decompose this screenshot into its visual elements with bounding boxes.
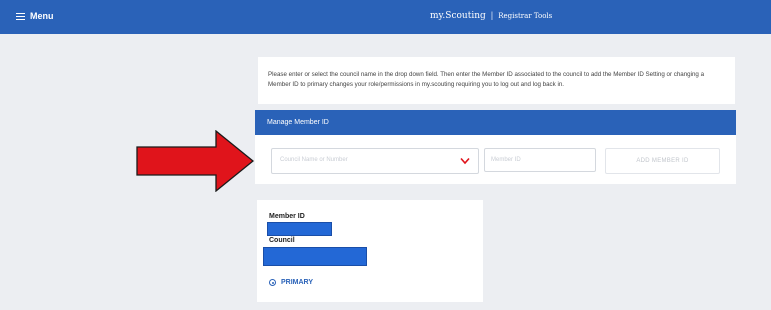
panel-title: Manage Member ID bbox=[267, 119, 329, 126]
brand-title: my.Scouting | Registrar Tools bbox=[430, 11, 552, 21]
primary-radio[interactable]: PRIMARY bbox=[269, 279, 313, 286]
council-select[interactable]: Council Name or Number bbox=[271, 148, 479, 174]
red-arrow-annotation bbox=[136, 130, 254, 192]
instructions-text: Please enter or select the council name … bbox=[268, 71, 705, 88]
chevron-down-icon bbox=[460, 157, 470, 165]
council-redaction bbox=[263, 247, 367, 266]
manage-member-id-panel: Manage Member ID Council Name or Number … bbox=[255, 110, 736, 184]
primary-label: PRIMARY bbox=[281, 279, 314, 286]
member-id-placeholder: Member ID bbox=[491, 157, 521, 163]
top-navigation-bar: Menu my.Scouting | Registrar Tools bbox=[0, 0, 771, 34]
menu-label: Menu bbox=[30, 11, 54, 21]
instructions-card: Please enter or select the council name … bbox=[258, 57, 735, 104]
panel-header: Manage Member ID bbox=[255, 110, 736, 135]
hamburger-icon bbox=[16, 12, 25, 20]
member-card: Member ID Council PRIMARY bbox=[257, 200, 483, 302]
menu-button[interactable]: Menu bbox=[16, 11, 54, 21]
app-name: Registrar Tools bbox=[498, 12, 553, 20]
add-member-id-button[interactable]: ADD MEMBER ID bbox=[605, 148, 720, 174]
brand-name: my.Scouting bbox=[430, 11, 486, 21]
council-label: Council bbox=[269, 237, 295, 244]
member-id-redaction bbox=[267, 222, 332, 236]
brand-separator: | bbox=[490, 11, 494, 20]
council-placeholder: Council Name or Number bbox=[280, 157, 348, 163]
radio-selected-icon bbox=[269, 279, 276, 286]
member-id-input[interactable]: Member ID bbox=[484, 148, 596, 172]
member-id-label: Member ID bbox=[269, 213, 305, 220]
